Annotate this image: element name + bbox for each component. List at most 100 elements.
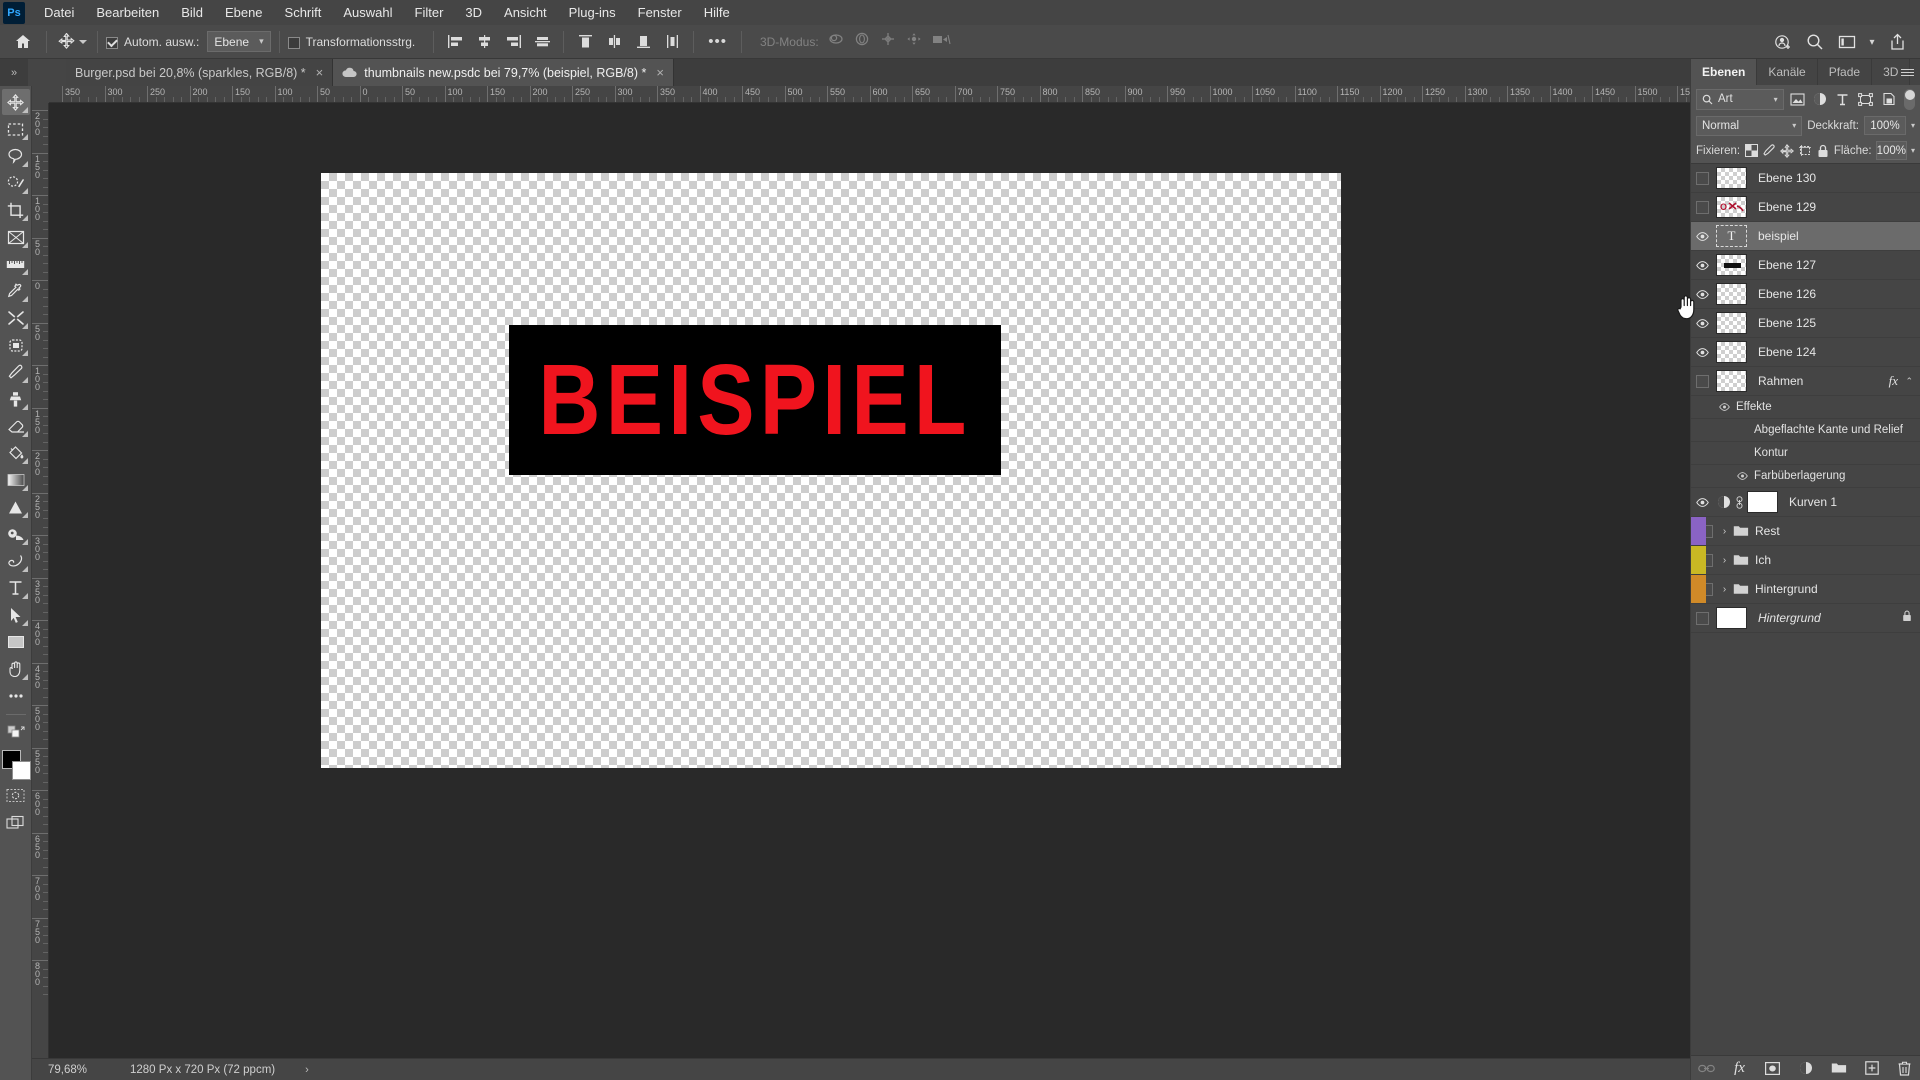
auto-select-scope-dropdown[interactable]: Ebene ▾: [207, 31, 271, 52]
align-bottom-icon[interactable]: [630, 30, 656, 54]
layer-row[interactable]: Ebene 126: [1691, 280, 1920, 309]
move-tool[interactable]: [1, 89, 30, 115]
layer-thumbnail[interactable]: [1716, 370, 1747, 392]
layer-group-row[interactable]: › Hintergrund: [1691, 575, 1920, 604]
layer-row[interactable]: Tbeispiel: [1691, 222, 1920, 251]
group-name[interactable]: Rest: [1755, 524, 1780, 538]
filter-enable-toggle[interactable]: [1904, 88, 1915, 110]
align-right-icon[interactable]: [500, 30, 526, 54]
layer-name[interactable]: Ebene 125: [1758, 316, 1816, 330]
quick-mask-icon[interactable]: [2, 782, 30, 808]
clone-stamp-tool[interactable]: [2, 386, 30, 412]
link-layers-icon[interactable]: [1697, 1058, 1717, 1078]
color-swatches[interactable]: [1, 750, 31, 782]
layer-visibility-eye-icon[interactable]: [1691, 338, 1714, 367]
new-layer-icon[interactable]: [1862, 1058, 1882, 1078]
hand-tool[interactable]: [2, 656, 30, 682]
healing-brush-tool[interactable]: [2, 305, 30, 331]
lasso-tool[interactable]: [2, 143, 30, 169]
lock-transparency-icon[interactable]: [1744, 141, 1758, 161]
menu-item-hilfe[interactable]: Hilfe: [693, 2, 741, 23]
layer-visibility-eye-icon[interactable]: [1691, 488, 1714, 517]
search-icon[interactable]: [1800, 28, 1830, 56]
zoom-level[interactable]: 79,68%: [32, 1064, 104, 1076]
blend-mode-dropdown[interactable]: Normal ▾: [1696, 115, 1803, 136]
transform-controls-checkbox[interactable]: [287, 36, 300, 49]
layer-group-row[interactable]: › Rest: [1691, 517, 1920, 546]
document-canvas[interactable]: BEISPIEL: [321, 173, 1341, 768]
lock-all-icon[interactable]: [1816, 141, 1830, 161]
align-middle-icon[interactable]: [529, 30, 555, 54]
layer-group-row[interactable]: › Ich: [1691, 546, 1920, 575]
layer-name[interactable]: Hintergrund: [1758, 611, 1821, 625]
menu-item-plug-ins[interactable]: Plug-ins: [558, 2, 627, 23]
layer-style-fx-icon[interactable]: fx: [1730, 1058, 1750, 1078]
layer-visibility-eye-icon[interactable]: [1691, 251, 1714, 280]
menu-item-bild[interactable]: Bild: [170, 2, 214, 23]
distribute-horizontal-icon[interactable]: [659, 30, 685, 54]
new-adjustment-layer-icon[interactable]: [1796, 1058, 1816, 1078]
effect-row[interactable]: Kontur: [1691, 442, 1920, 465]
shape-filter-icon[interactable]: [1856, 89, 1875, 110]
add-mask-icon[interactable]: [1763, 1058, 1783, 1078]
paint-bucket-tool[interactable]: [2, 440, 30, 466]
workspace-icon[interactable]: [1832, 28, 1862, 56]
patch-tool[interactable]: [2, 332, 30, 358]
layer-list[interactable]: Ebene 130 O Ebene 129 Tbeispiel Ebene 127 Ebe…: [1691, 163, 1920, 1055]
lock-position-icon[interactable]: [1780, 141, 1794, 161]
curves-adjustment-icon[interactable]: [1714, 495, 1733, 509]
layer-name[interactable]: Ebene 124: [1758, 345, 1816, 359]
layer-thumbnail[interactable]: [1716, 312, 1747, 334]
layer-name[interactable]: Ebene 127: [1758, 258, 1816, 272]
background-color-swatch[interactable]: [11, 761, 31, 780]
menu-item-ebene[interactable]: Ebene: [214, 2, 274, 23]
layer-visibility-off-icon[interactable]: [1691, 193, 1714, 222]
layer-visibility-off-icon[interactable]: [1691, 604, 1714, 633]
layer-thumbnail[interactable]: [1716, 283, 1747, 305]
status-expand-icon[interactable]: ›: [305, 1064, 309, 1076]
group-color-label[interactable]: [1691, 575, 1706, 603]
group-expand-arrow-icon[interactable]: ›: [1718, 584, 1731, 595]
more-options-button[interactable]: •••: [702, 33, 733, 50]
panel-tab-kan-le[interactable]: Kanäle: [1757, 59, 1818, 85]
layer-name[interactable]: Ebene 126: [1758, 287, 1816, 301]
auto-select-checkbox[interactable]: [106, 36, 118, 49]
panel-tab-ebenen[interactable]: Ebenen: [1691, 59, 1758, 85]
effect-row[interactable]: Abgeflachte Kante und Relief: [1691, 419, 1920, 442]
object-selection-tool[interactable]: [2, 170, 30, 196]
menu-item-filter[interactable]: Filter: [404, 2, 455, 23]
group-color-label[interactable]: [1691, 517, 1706, 545]
effect-visibility-eye-icon[interactable]: [1731, 472, 1754, 480]
layer-row[interactable]: Ebene 130: [1691, 164, 1920, 193]
layer-visibility-off-icon[interactable]: [1691, 367, 1714, 396]
layer-row[interactable]: Ebene 127: [1691, 251, 1920, 280]
chevron-down-icon[interactable]: ▾: [1864, 28, 1880, 56]
layer-name[interactable]: Rahmen: [1758, 374, 1803, 388]
menu-item-bearbeiten[interactable]: Bearbeiten: [85, 2, 170, 23]
effects-group-row[interactable]: Effekte: [1691, 396, 1920, 419]
type-tool[interactable]: [2, 575, 30, 601]
layer-visibility-eye-icon[interactable]: [1691, 309, 1714, 338]
layer-thumbnail[interactable]: O: [1716, 196, 1747, 218]
delete-layer-icon[interactable]: [1895, 1058, 1915, 1078]
lock-artboard-icon[interactable]: [1798, 141, 1812, 161]
background-layer-row[interactable]: Hintergrund: [1691, 604, 1920, 633]
pixel-filter-icon[interactable]: [1788, 89, 1807, 110]
layer-thumbnail[interactable]: [1716, 167, 1747, 189]
close-icon[interactable]: ×: [316, 65, 324, 80]
lock-image-icon[interactable]: [1762, 141, 1776, 161]
type-filter-icon[interactable]: [1833, 89, 1852, 110]
layer-thumbnail-type[interactable]: T: [1716, 225, 1747, 247]
ruler-tool[interactable]: [2, 251, 30, 277]
layer-name[interactable]: Ebene 130: [1758, 171, 1816, 185]
document-tab[interactable]: Burger.psd bei 20,8% (sparkles, RGB/8) *…: [66, 59, 334, 86]
rectangle-tool[interactable]: [2, 629, 30, 655]
group-color-label[interactable]: [1691, 546, 1706, 574]
layer-visibility-eye-icon[interactable]: [1691, 280, 1714, 309]
fill-input[interactable]: 100%: [1875, 141, 1907, 160]
layer-name[interactable]: beispiel: [1758, 229, 1799, 243]
layer-thumbnail[interactable]: [1716, 254, 1747, 276]
layer-row[interactable]: Ebene 125: [1691, 309, 1920, 338]
chevron-down-icon[interactable]: ▾: [1911, 121, 1915, 130]
gradient-tool[interactable]: [2, 467, 30, 493]
